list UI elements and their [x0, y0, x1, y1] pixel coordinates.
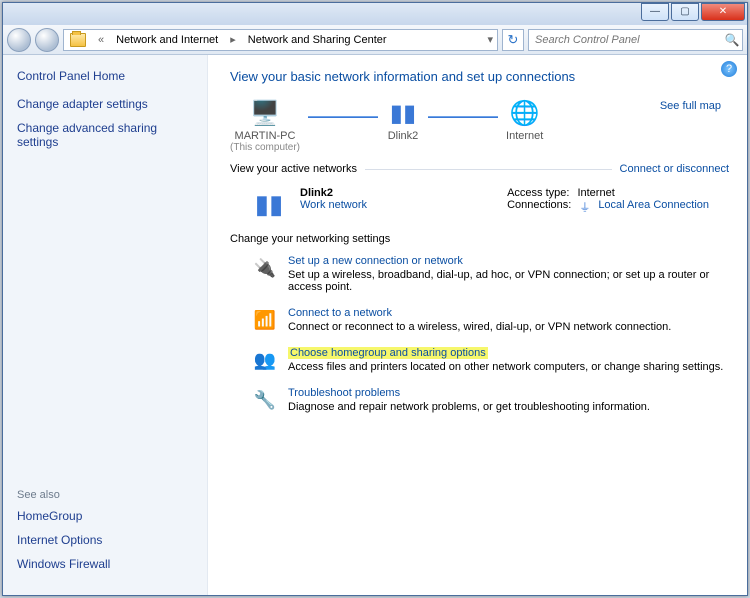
settings-option: 📶 Connect to a network Connect or reconnec… — [252, 307, 729, 333]
node-this-pc[interactable]: 🖥️ MARTIN-PC (This computer) — [230, 98, 300, 153]
breadcrumb-dropdown[interactable]: ▾ — [483, 33, 497, 46]
option-link-0[interactable]: Set up a new connection or network — [288, 255, 463, 267]
access-type-label: Access type: — [507, 187, 569, 199]
connection-link[interactable]: Local Area Connection — [598, 199, 709, 215]
connect-disconnect-link[interactable]: Connect or disconnect — [620, 163, 729, 175]
network-icon: ▮▮ — [252, 187, 286, 221]
connections-label: Connections: — [507, 199, 571, 215]
node-internet[interactable]: 🌐 Internet — [506, 98, 543, 153]
window-titlebar: — ▢ ✕ — [3, 3, 747, 25]
seealso-internet-options[interactable]: Internet Options — [17, 533, 193, 547]
crumb-network-internet[interactable]: Network and Internet — [110, 34, 224, 46]
close-button[interactable]: ✕ — [701, 3, 745, 21]
settings-option: 🔌 Set up a new connection or network Set u… — [252, 255, 729, 293]
seealso-firewall[interactable]: Windows Firewall — [17, 557, 193, 571]
network-name: Dlink2 — [300, 187, 367, 199]
node-router[interactable]: ▮▮ Dlink2 — [386, 98, 420, 153]
toolbar: « Network and Internet ▸ Network and Sha… — [3, 25, 747, 55]
sidebar: Control Panel Home Change adapter settin… — [3, 55, 208, 595]
change-settings-header: Change your networking settings — [230, 233, 729, 245]
crumb-sharing-center[interactable]: Network and Sharing Center — [242, 34, 393, 46]
option-icon: 🔧 — [252, 387, 278, 413]
option-desc: Access files and printers located on oth… — [288, 361, 723, 373]
folder-icon — [70, 33, 86, 47]
computer-icon: 🖥️ — [248, 98, 282, 128]
option-desc: Connect or reconnect to a wireless, wire… — [288, 321, 671, 333]
option-desc: Diagnose and repair network problems, or… — [288, 401, 650, 413]
back-button[interactable] — [7, 28, 31, 52]
control-panel-home-link[interactable]: Control Panel Home — [17, 69, 193, 83]
map-line-icon — [308, 116, 378, 118]
search-input[interactable] — [529, 34, 722, 46]
globe-icon: 🌐 — [508, 98, 542, 128]
search-icon: 🔍 — [722, 33, 742, 47]
option-desc: Set up a wireless, broadband, dial-up, a… — [288, 269, 729, 293]
maximize-button[interactable]: ▢ — [671, 3, 699, 21]
breadcrumb[interactable]: « Network and Internet ▸ Network and Sha… — [63, 29, 498, 51]
seealso-homegroup[interactable]: HomeGroup — [17, 509, 193, 523]
sidebar-link-adapter[interactable]: Change adapter settings — [17, 97, 193, 111]
option-link-3[interactable]: Troubleshoot problems — [288, 387, 400, 399]
forward-button[interactable] — [35, 28, 59, 52]
see-full-map-link[interactable]: See full map — [660, 100, 721, 112]
active-networks-header: View your active networks — [230, 163, 357, 175]
settings-option: 🔧 Troubleshoot problems Diagnose and repai… — [252, 387, 729, 413]
option-link-1[interactable]: Connect to a network — [288, 307, 392, 319]
page-title: View your basic network information and … — [230, 69, 729, 84]
see-also-header: See also — [17, 489, 193, 501]
router-icon: ▮▮ — [386, 98, 420, 128]
option-icon: 👥 — [252, 347, 278, 373]
help-icon[interactable]: ? — [721, 61, 737, 77]
chevron-right-icon: ▸ — [224, 33, 242, 46]
option-icon: 🔌 — [252, 255, 278, 281]
map-line-icon — [428, 116, 498, 118]
settings-option: 👥 Choose homegroup and sharing options Acc… — [252, 347, 729, 373]
search-box[interactable]: 🔍 — [528, 29, 743, 51]
content-pane: ? View your basic network information an… — [208, 55, 747, 595]
crumb-prefix: « — [92, 34, 110, 46]
network-type-link[interactable]: Work network — [300, 199, 367, 211]
network-map: 🖥️ MARTIN-PC (This computer) ▮▮ Dlink2 🌐… — [230, 98, 543, 153]
minimize-button[interactable]: — — [641, 3, 669, 21]
nic-mini-icon: ⏚ — [579, 199, 590, 215]
access-type-value: Internet — [577, 187, 614, 199]
active-network-row: ▮▮ Dlink2 Work network Access type: Inter… — [230, 181, 729, 227]
refresh-button[interactable]: ↻ — [502, 29, 524, 51]
option-link-2[interactable]: Choose homegroup and sharing options — [288, 347, 488, 359]
option-icon: 📶 — [252, 307, 278, 333]
sidebar-link-advanced-sharing[interactable]: Change advanced sharing settings — [17, 121, 193, 149]
